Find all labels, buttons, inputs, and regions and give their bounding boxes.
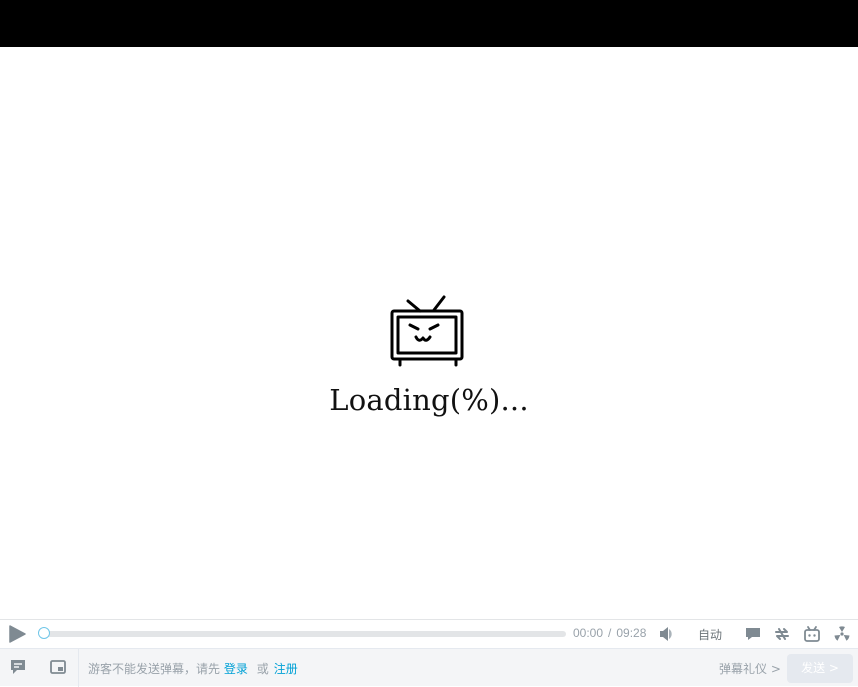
notice-text: 游客不能发送弹幕，请先 (88, 662, 221, 676)
time-display: 00:00 / 09:28 (573, 626, 646, 640)
loading-text: Loading(%)... (329, 383, 529, 417)
guest-notice: 游客不能发送弹幕，请先 登录 或注册 (88, 660, 298, 677)
register-link[interactable]: 注册 (274, 662, 298, 676)
volume-icon[interactable] (658, 625, 676, 643)
divider (78, 649, 79, 687)
login-link[interactable]: 登录 (224, 662, 248, 676)
quality-selector[interactable]: 自动 (698, 626, 722, 643)
control-bar: 00:00 / 09:28 自动 (0, 619, 858, 648)
radiation-icon[interactable] (833, 625, 851, 643)
danmaku-icon[interactable] (744, 625, 762, 643)
picture-in-picture-icon[interactable] (49, 658, 67, 676)
video-stage[interactable]: Loading(%)... (0, 47, 858, 619)
play-icon[interactable] (6, 624, 28, 644)
duration: 09:28 (616, 626, 647, 640)
progress-bar[interactable] (38, 627, 566, 639)
danmaku-etiquette-link[interactable]: 弹幕礼仪 > (719, 660, 781, 677)
top-black-bar (0, 0, 858, 47)
send-button[interactable]: 发送 > (787, 654, 853, 683)
danmaku-input-bar: 游客不能发送弹幕，请先 登录 或注册 弹幕礼仪 > 发送 > (0, 648, 858, 687)
current-time: 00:00 (573, 626, 604, 640)
progress-track (42, 631, 566, 637)
time-separator: / (608, 626, 612, 640)
or-text: 或 (256, 662, 269, 676)
widescreen-icon[interactable] (803, 625, 821, 643)
comment-icon[interactable] (9, 658, 27, 676)
loop-icon[interactable] (773, 625, 791, 643)
progress-knob[interactable] (38, 627, 50, 639)
bilibili-tv-icon (390, 295, 464, 367)
